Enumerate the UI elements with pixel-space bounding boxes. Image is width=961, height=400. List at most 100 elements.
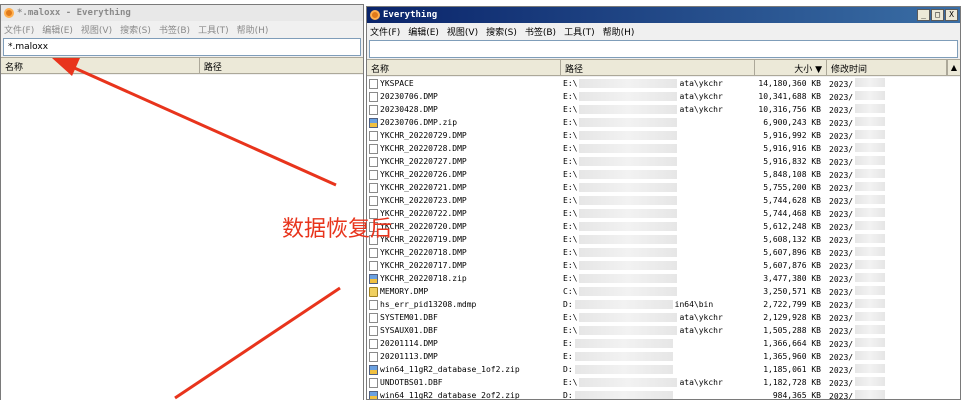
table-row[interactable]: UNDOTBS01.DBF E:\ ata\ykchr 1,182,728 KB 202… <box>367 376 960 389</box>
date-value: 2023/ <box>829 236 854 245</box>
table-row[interactable]: 20230428.DMP E:\ ata\ykchr 10,316,756 KB 202… <box>367 103 960 116</box>
cell-name: 20201113.DMP <box>367 351 559 362</box>
file-icon <box>369 247 378 258</box>
table-row[interactable]: YKCHR_20220728.DMP E:\ 5,916,916 KB 2023/ <box>367 142 960 155</box>
cell-size: 5,916,992 KB <box>763 131 821 140</box>
path-prefix: E:\ <box>563 105 578 114</box>
cell-path: E:\ <box>559 131 753 140</box>
table-row[interactable]: 20230706.DMP E:\ ata\ykchr 10,341,688 KB 202… <box>367 90 960 103</box>
table-row[interactable]: hs_err_pid13208.mdmp D: in64\bin 2,722,799 … <box>367 298 960 311</box>
left-column-name[interactable]: 名称 <box>1 58 200 73</box>
cell-date: 2023/ <box>825 325 885 336</box>
path-prefix: D: <box>563 300 573 309</box>
menu-view[interactable]: 视图(V) <box>447 25 478 38</box>
cell-date: 2023/ <box>825 104 885 115</box>
cell-path: E:\ ata\ykchr <box>559 79 753 88</box>
maximize-button[interactable]: □ <box>931 9 944 21</box>
column-path[interactable]: 路径 <box>561 60 755 75</box>
path-prefix: E:\ <box>563 222 578 231</box>
menu-edit[interactable]: 编辑(E) <box>408 25 439 38</box>
file-icon <box>369 143 378 154</box>
cell-name: YKCHR_20220726.DMP <box>367 169 559 180</box>
table-row[interactable]: YKCHR_20220723.DMP E:\ 5,744,628 KB 2023/ <box>367 194 960 207</box>
menu-help[interactable]: 帮助(H) <box>603 25 635 38</box>
cell-date: 2023/ <box>825 312 885 323</box>
path-prefix: D: <box>563 365 573 374</box>
table-row[interactable]: SYSTEM01.DBF E:\ ata\ykchr 2,129,928 KB 2023… <box>367 311 960 324</box>
left-menu-edit[interactable]: 编辑(E) <box>42 23 73 36</box>
date-value: 2023/ <box>829 171 854 180</box>
cell-name: win64_11gR2_database_1of2.zip <box>367 364 559 375</box>
cell-size: 5,607,896 KB <box>763 248 821 257</box>
left-menu-view[interactable]: 视图(V) <box>81 23 112 36</box>
cell-name: hs_err_pid13208.mdmp <box>367 299 559 310</box>
date-value: 2023/ <box>829 366 854 375</box>
zip-icon <box>369 273 378 284</box>
table-row[interactable]: win64_11gR2_database_1of2.zip D: 1,185,061… <box>367 363 960 376</box>
table-row[interactable]: YKCHR_20220727.DMP E:\ 5,916,832 KB 2023/ <box>367 155 960 168</box>
left-menu-tools[interactable]: 工具(T) <box>198 23 229 36</box>
menu-bookmarks[interactable]: 书签(B) <box>525 25 556 38</box>
column-date-modified[interactable]: 修改时间 <box>827 60 947 75</box>
left-menu-bar: 文件(F) 编辑(E) 视图(V) 搜索(S) 书签(B) 工具(T) 帮助(H… <box>1 21 363 37</box>
cell-path: E:\ <box>559 118 753 127</box>
cell-name: YKCHR_20220720.DMP <box>367 221 559 232</box>
table-row[interactable]: 20230706.DMP.zip E:\ 6,900,243 KB 2023/ <box>367 116 960 129</box>
redacted-date <box>855 325 885 334</box>
table-row[interactable]: 20201113.DMP E: 1,365,960 KB 2023/ <box>367 350 960 363</box>
cell-name: win64_11gR2_database_2of2.zip <box>367 390 559 400</box>
left-menu-help[interactable]: 帮助(H) <box>237 23 269 36</box>
left-column-path[interactable]: 路径 <box>200 58 363 73</box>
close-button[interactable]: X <box>945 9 958 21</box>
left-menu-file[interactable]: 文件(F) <box>4 23 34 36</box>
minimize-button[interactable]: _ <box>917 9 930 21</box>
date-value: 2023/ <box>829 249 854 258</box>
scroll-up-icon[interactable]: ▲ <box>947 60 960 75</box>
date-value: 2023/ <box>829 132 854 141</box>
file-icon <box>369 130 378 141</box>
table-row[interactable]: win64_11gR2_database_2of2.zip D: 984,365 K… <box>367 389 960 400</box>
menu-file[interactable]: 文件(F) <box>370 25 400 38</box>
column-size[interactable]: 大小 ▼ <box>755 60 827 75</box>
cell-path: E: <box>559 339 753 348</box>
cell-path: E:\ <box>559 209 753 218</box>
cell-name: 20230706.DMP <box>367 91 559 102</box>
search-input[interactable] <box>369 40 958 58</box>
table-row[interactable]: YKCHR_20220719.DMP E:\ 5,608,132 KB 2023/ <box>367 233 960 246</box>
cell-date: 2023/ <box>825 364 885 375</box>
table-row[interactable]: YKCHR_20220721.DMP E:\ 5,755,200 KB 2023/ <box>367 181 960 194</box>
redacted-path <box>574 391 673 399</box>
table-row[interactable]: YKCHR_20220720.DMP E:\ 5,612,248 KB 2023/ <box>367 220 960 233</box>
file-name: win64_11gR2_database_2of2.zip <box>380 391 520 400</box>
table-row[interactable]: YKCHR_20220729.DMP E:\ 5,916,992 KB 2023/ <box>367 129 960 142</box>
cell-size: 6,900,243 KB <box>763 118 821 127</box>
results-list[interactable]: YKSPACE E:\ ata\ykchr 14,180,360 KB 2023/202… <box>367 77 960 399</box>
table-row[interactable]: MEMORY.DMP C:\ 3,250,571 KB 2023/ <box>367 285 960 298</box>
table-row[interactable]: SYSAUX01.DBF E:\ ata\ykchr 1,505,288 KB 2023… <box>367 324 960 337</box>
menu-tools[interactable]: 工具(T) <box>564 25 595 38</box>
date-value: 2023/ <box>829 379 854 388</box>
table-row[interactable]: YKSPACE E:\ ata\ykchr 14,180,360 KB 2023/ <box>367 77 960 90</box>
left-list-header: 名称 路径 <box>1 57 363 74</box>
table-row[interactable]: YKCHR_20220726.DMP E:\ 5,848,108 KB 2023/ <box>367 168 960 181</box>
file-name: 20230428.DMP <box>380 105 438 114</box>
table-row[interactable]: YKCHR_20220722.DMP E:\ 5,744,468 KB 2023/ <box>367 207 960 220</box>
redacted-path <box>579 378 678 387</box>
left-menu-search[interactable]: 搜索(S) <box>120 23 151 36</box>
left-search-input[interactable] <box>3 38 361 56</box>
redacted-path <box>579 248 678 257</box>
cell-path: D: in64\bin <box>559 300 753 309</box>
date-value: 2023/ <box>829 158 854 167</box>
table-row[interactable]: YKCHR_20220718.zip E:\ 3,477,380 KB 2023/ <box>367 272 960 285</box>
cell-size: 1,182,728 KB <box>763 378 821 387</box>
menu-search[interactable]: 搜索(S) <box>486 25 517 38</box>
left-menu-bookmarks[interactable]: 书签(B) <box>159 23 190 36</box>
column-name[interactable]: 名称 <box>367 60 561 75</box>
redacted-date <box>855 156 885 165</box>
table-row[interactable]: 20201114.DMP E: 1,366,664 KB 2023/ <box>367 337 960 350</box>
table-row[interactable]: YKCHR_20220717.DMP E:\ 5,607,876 KB 2023/ <box>367 259 960 272</box>
table-row[interactable]: YKCHR_20220718.DMP E:\ 5,607,896 KB 2023/ <box>367 246 960 259</box>
cell-name: YKCHR_20220717.DMP <box>367 260 559 271</box>
cell-date: 2023/ <box>825 117 885 128</box>
cell-path: E:\ <box>559 170 753 179</box>
